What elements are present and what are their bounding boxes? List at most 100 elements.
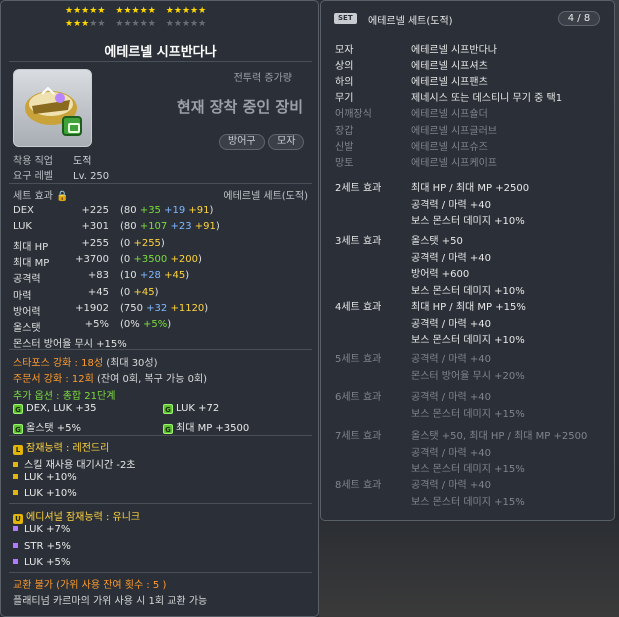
bullet-icon bbox=[13, 474, 18, 479]
star-icon: ★ bbox=[131, 19, 140, 29]
stat-total: +83 bbox=[87, 270, 109, 282]
stat-name: 마력 bbox=[13, 290, 32, 302]
equipped-status: 현재 장착 중인 장비 bbox=[176, 98, 303, 116]
set-bonus-line: 보스 몬스터 데미지 +10% bbox=[411, 335, 525, 346]
add-option-icon: G bbox=[13, 404, 23, 414]
stat-bonus: +5% bbox=[142, 319, 168, 331]
additional-potential-line: LUK +5% bbox=[13, 557, 70, 568]
lock-icon bbox=[62, 116, 82, 136]
set-part-row: 신발 에테르넬 시프슈즈 bbox=[335, 138, 488, 153]
stat-name: 방어력 bbox=[13, 306, 41, 318]
stat-base: (0% bbox=[120, 319, 143, 331]
stat-base: (750 bbox=[120, 302, 147, 314]
trade-note: 플래티넘 카르마의 가위 사용 시 1회 교환 가능 bbox=[13, 596, 208, 607]
potential-line: LUK +10% bbox=[13, 488, 77, 499]
divider bbox=[9, 435, 312, 436]
stat-close: ) bbox=[204, 302, 209, 314]
set-bonus-line: 보스 몬스터 데미지 +10% bbox=[411, 285, 525, 297]
set-part-slot: 장갑 bbox=[335, 125, 354, 137]
trade-restriction: 교환 불가 (가위 사용 잔여 횟수 : 5 ) bbox=[13, 580, 167, 591]
stat-name: LUK bbox=[13, 221, 32, 233]
potential-line: 스킬 재사용 대기시간 -2초 bbox=[13, 456, 136, 471]
item-tooltip: ★★★★★ ★★★★★ ★★★★★ ★★★★★ ★★★★★ ★★★★★ 에테르넬 시프반다… bbox=[0, 0, 319, 617]
set-part-row: 어깨장식 에테르넬 시프숄더 bbox=[335, 105, 488, 120]
set-part-slot: 모자 bbox=[335, 45, 354, 56]
star-icon: ★ bbox=[198, 19, 207, 29]
set-bonus-line: 최대 HP / 최대 MP +15% bbox=[411, 302, 526, 313]
background-scene bbox=[319, 520, 619, 617]
star-icon: ★ bbox=[97, 19, 106, 29]
stat-close: ) bbox=[197, 253, 202, 265]
add-option-2: G LUK +72 bbox=[163, 403, 219, 414]
level-label: 요구 레벨 bbox=[13, 171, 53, 182]
set-bonus-label: 2세트 효과 bbox=[335, 183, 382, 194]
scroll-text: 주문서 강화 : 12회 bbox=[13, 374, 94, 385]
stat-base: (0 bbox=[120, 237, 134, 249]
star-row: ★★★★★ ★★★★★ ★★★★★ bbox=[65, 18, 206, 31]
star-icon: ★ bbox=[165, 6, 174, 16]
stat-base: (0 bbox=[120, 253, 134, 265]
divider bbox=[9, 61, 312, 62]
lock-small-icon: 🔒 bbox=[56, 191, 69, 202]
star-icon: ★ bbox=[198, 6, 207, 16]
stat-bonus: +107 bbox=[139, 221, 168, 233]
stat-breakdown: (0% +5%) bbox=[120, 319, 171, 330]
stat-row: 최대 MP +3700 (0 +3500 +200) bbox=[13, 253, 308, 269]
set-count: 4 / 8 bbox=[558, 11, 600, 26]
stat-row: 공격력 +83 (10 +28 +45) bbox=[13, 270, 308, 285]
additional-potential-line: STR +5% bbox=[13, 541, 71, 552]
set-part-row: 상의 에테르넬 시프셔츠 bbox=[335, 57, 488, 72]
stat-name: DEX bbox=[13, 205, 34, 216]
stat-bonus: +45 bbox=[160, 270, 186, 282]
stat-breakdown: (80 +107 +23 +91) bbox=[120, 221, 220, 232]
unique-grade-icon: U bbox=[13, 514, 23, 524]
stat-base: (80 bbox=[120, 221, 140, 233]
star-icon: ★ bbox=[190, 19, 199, 29]
set-title: 에테르넬 세트(도적) bbox=[368, 16, 453, 27]
additional-potential-line: LUK +7% bbox=[13, 524, 70, 535]
bullet-icon bbox=[13, 559, 18, 564]
divider bbox=[9, 349, 312, 350]
stat-bonus: +19 bbox=[160, 205, 186, 216]
stat-close: ) bbox=[160, 237, 165, 249]
starforce-text: 스타포스 강화 : 18성 bbox=[13, 358, 104, 369]
set-bonus-line: 올스탯 +50, 최대 HP / 최대 MP +2500 bbox=[411, 431, 588, 442]
add-option-1: G DEX, LUK +35 bbox=[13, 403, 96, 414]
star-icon: ★ bbox=[173, 6, 182, 16]
star-row: ★★★★★ ★★★★★ ★★★★★ bbox=[65, 5, 206, 18]
set-icon: SET bbox=[334, 13, 357, 24]
stat-row: 몬스터 방어율 무시 +15% bbox=[13, 335, 308, 350]
set-part-name: 에테르넬 시프슈즈 bbox=[411, 141, 488, 153]
set-bonus-line: 공격력 / 마력 +40 bbox=[411, 392, 492, 403]
stat-bonus: +1120 bbox=[167, 302, 205, 314]
stat-row: 방어력 +1902 (750 +32 +1120) bbox=[13, 302, 308, 318]
set-part-slot: 신발 bbox=[335, 141, 354, 153]
set-part-name: 제네시스 또는 데스티니 무기 중 택1 bbox=[411, 93, 563, 105]
star-icon: ★ bbox=[139, 19, 148, 29]
set-bonus-line: 보스 몬스터 데미지 +15% bbox=[411, 496, 525, 508]
set-bonus-label: 8세트 효과 bbox=[335, 480, 382, 491]
star-icon: ★ bbox=[65, 6, 74, 16]
additional-option-title: 추가 옵션 : 총합 21단계 bbox=[13, 391, 116, 402]
stat-breakdown: (10 +28 +45) bbox=[120, 270, 189, 281]
stat-row: 마력 +45 (0 +45) bbox=[13, 286, 308, 302]
stat-bonus: +45 bbox=[133, 286, 155, 298]
star-icon: ★ bbox=[147, 6, 156, 16]
power-change-label: 전투력 증가량 bbox=[233, 73, 292, 84]
set-name: 에테르넬 세트(도적) bbox=[223, 191, 308, 202]
star-icon: ★ bbox=[190, 6, 199, 16]
set-part-row: 하의 에테르넬 시프팬츠 bbox=[335, 73, 488, 88]
stat-bonus: +35 bbox=[139, 205, 161, 216]
set-bonus-line: 공격력 / 마력 +40 bbox=[411, 354, 492, 365]
additional-potential-title: 에디셔널 잠재능력 : 유니크 bbox=[26, 512, 141, 523]
stat-row: DEX +225 (80 +35 +19 +91) bbox=[13, 205, 308, 218]
bullet-icon bbox=[13, 462, 18, 467]
set-bonus-line: 공격력 / 마력 +40 bbox=[411, 318, 492, 330]
divider bbox=[9, 183, 312, 184]
stat-close: ) bbox=[215, 221, 220, 233]
job-label: 착용 직업 bbox=[13, 156, 53, 167]
set-bonus-line: 방어력 +600 bbox=[411, 269, 470, 280]
stat-close: ) bbox=[185, 270, 190, 282]
starforce-info: 스타포스 강화 : 18성 (최대 30성) bbox=[13, 354, 158, 369]
set-bonus-line: 최대 HP / 최대 MP +2500 bbox=[411, 183, 530, 194]
